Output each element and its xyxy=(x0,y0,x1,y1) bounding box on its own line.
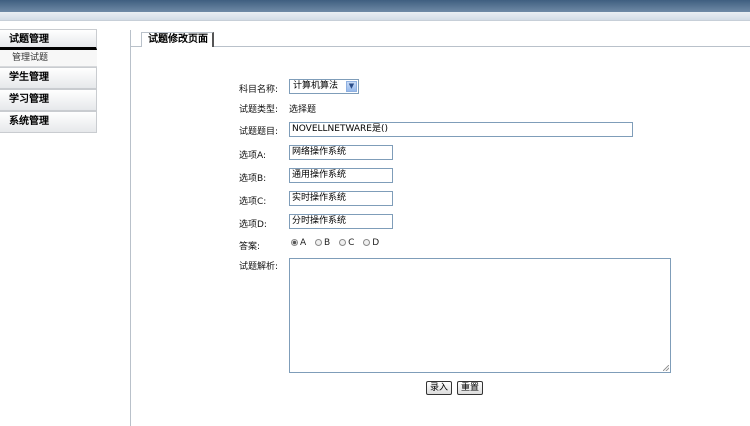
analysis-textarea[interactable] xyxy=(289,258,671,373)
type-value: 选择题 xyxy=(289,105,317,115)
answer-option-a-label: A xyxy=(300,238,307,248)
resize-grip-icon[interactable] xyxy=(663,365,669,371)
sidebar-group-study-management[interactable]: 学习管理 xyxy=(0,89,97,111)
reset-button[interactable]: 重置 xyxy=(457,381,484,395)
option-c-input-value: 实时操作系统 xyxy=(292,193,347,203)
sidebar-item-manage-questions[interactable]: 管理试题 xyxy=(0,50,97,67)
answer-radio-a[interactable] xyxy=(291,239,298,246)
sidebar-group-system-management[interactable]: 系统管理 xyxy=(0,111,97,133)
page-title: 试题修改页面 xyxy=(141,32,214,47)
chevron-down-icon[interactable]: ▼ xyxy=(346,81,357,92)
option-a-input[interactable]: 网络操作系统 xyxy=(289,145,393,160)
top-banner-strip xyxy=(0,12,750,21)
sidebar-group-student-management[interactable]: 学生管理 xyxy=(0,67,97,89)
option-b-input-value: 通用操作系统 xyxy=(292,170,347,180)
option-a-input-value: 网络操作系统 xyxy=(292,147,347,157)
answer-option-d-label: D xyxy=(372,238,380,248)
option-d-input[interactable]: 分时操作系统 xyxy=(289,214,393,229)
sidebar: 试题管理 管理试题 学生管理 学习管理 系统管理 xyxy=(0,29,97,133)
top-banner xyxy=(0,0,750,12)
answer-option-c-label: C xyxy=(348,238,355,248)
answer-radio-d[interactable] xyxy=(363,239,371,246)
subject-select-value: 计算机算法 xyxy=(293,81,339,91)
option-a-label: 选项A: xyxy=(239,151,267,161)
answer-radio-group: A B C D xyxy=(291,238,385,248)
option-c-label: 选项C: xyxy=(239,197,267,207)
answer-radio-b[interactable] xyxy=(315,239,323,246)
option-c-input[interactable]: 实时操作系统 xyxy=(289,191,393,206)
submit-button[interactable]: 录入 xyxy=(426,381,453,395)
option-b-input[interactable]: 通用操作系统 xyxy=(289,168,393,183)
subject-label: 科目名称: xyxy=(239,85,279,95)
panel-header: 试题修改页面 xyxy=(131,32,750,47)
answer-radio-c[interactable] xyxy=(339,239,347,246)
question-input[interactable]: NOVELLNETWARE是() xyxy=(289,122,633,137)
sidebar-group-question-management[interactable]: 试题管理 xyxy=(0,29,97,50)
analysis-label: 试题解析: xyxy=(239,262,279,272)
subject-select[interactable]: 计算机算法 ▼ xyxy=(289,79,359,94)
option-d-label: 选项D: xyxy=(239,220,267,230)
answer-label: 答案: xyxy=(239,242,261,252)
option-b-label: 选项B: xyxy=(239,174,267,184)
answer-option-b-label: B xyxy=(324,238,331,248)
question-input-value: NOVELLNETWARE是() xyxy=(292,124,388,134)
question-label: 试题题目: xyxy=(239,127,279,137)
option-d-input-value: 分时操作系统 xyxy=(292,216,347,226)
type-label: 试题类型: xyxy=(239,105,279,115)
